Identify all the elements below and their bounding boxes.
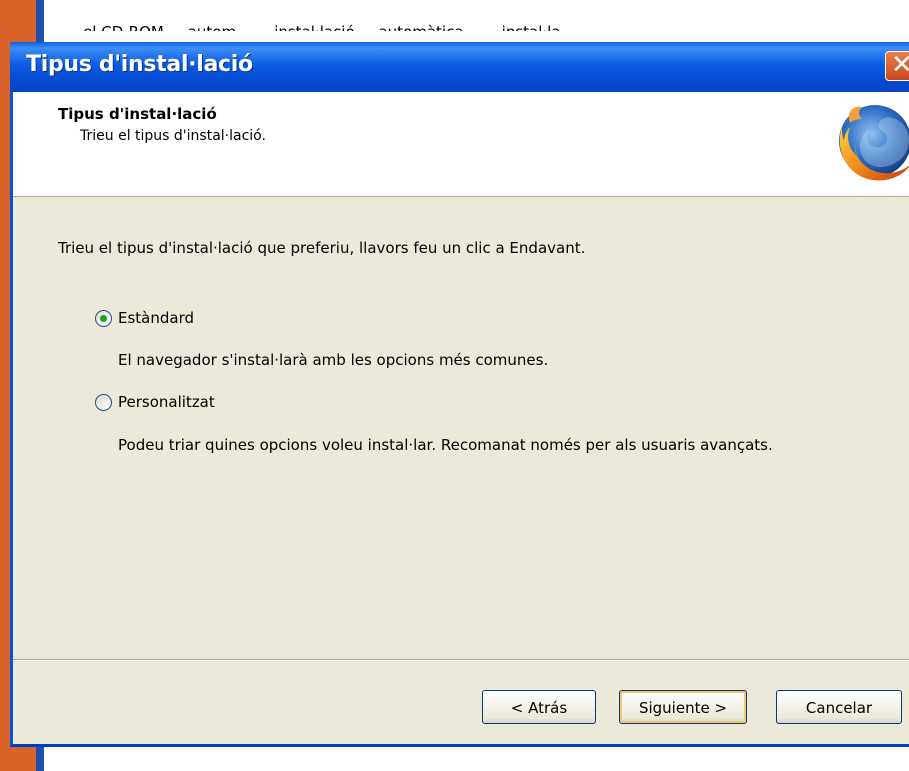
- instruction-text: Trieu el tipus d'instal·lació que prefer…: [58, 239, 586, 257]
- option-custom-label[interactable]: Personalitzat: [118, 393, 215, 411]
- dialog-body: Trieu el tipus d'instal·lació que prefer…: [13, 197, 909, 662]
- radio-standard[interactable]: [95, 309, 112, 327]
- header-title: Tipus d'instal·lació: [58, 105, 217, 123]
- footer-separator: [13, 659, 909, 661]
- dialog-titlebar[interactable]: Tipus d'instal·lació ✕: [10, 42, 909, 92]
- firefox-logo-icon: [839, 105, 909, 181]
- back-button[interactable]: < Atrás: [482, 690, 596, 724]
- option-custom[interactable]: Personalitzat: [95, 393, 215, 411]
- next-button[interactable]: Siguiente >: [619, 690, 747, 724]
- option-standard[interactable]: Estàndard: [95, 309, 194, 327]
- install-type-dialog: Tipus d'instal·lació ✕ Tipus d'instal·la…: [10, 42, 909, 747]
- background-bottom-area: [44, 745, 909, 771]
- close-button[interactable]: ✕: [885, 50, 909, 81]
- radio-custom[interactable]: [95, 393, 112, 411]
- close-icon: ✕: [891, 50, 909, 80]
- dialog-title: Tipus d'instal·lació: [26, 52, 253, 77]
- cancel-button[interactable]: Cancelar: [776, 690, 902, 724]
- header-subtitle: Trieu el tipus d'instal·lació.: [80, 128, 266, 144]
- background-document-text: ... el CD-ROM ... autom... ... instal·la…: [64, 17, 844, 31]
- option-standard-label[interactable]: Estàndard: [118, 309, 194, 327]
- dialog-header: Tipus d'instal·lació Trieu el tipus d'in…: [13, 92, 909, 197]
- option-custom-description: Podeu triar quines opcions voleu instal·…: [118, 436, 773, 454]
- option-standard-description: El navegador s'instal·larà amb les opcio…: [118, 351, 549, 369]
